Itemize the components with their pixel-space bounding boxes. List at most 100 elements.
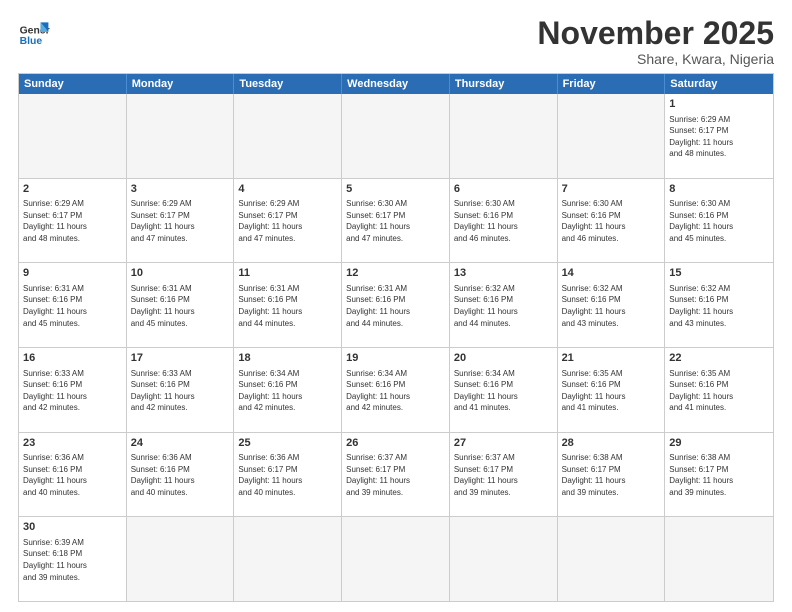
table-row: 24Sunrise: 6:36 AM Sunset: 6:16 PM Dayli… bbox=[127, 433, 235, 517]
day-number: 13 bbox=[454, 266, 553, 281]
calendar: Sunday Monday Tuesday Wednesday Thursday… bbox=[18, 73, 774, 602]
table-row: 28Sunrise: 6:38 AM Sunset: 6:17 PM Dayli… bbox=[558, 433, 666, 517]
header-sunday: Sunday bbox=[19, 74, 127, 94]
day-number: 18 bbox=[238, 351, 337, 366]
calendar-row: 1 Sunrise: 6:29 AM Sunset: 6:17 PM Daylig… bbox=[19, 94, 773, 178]
header-thursday: Thursday bbox=[450, 74, 558, 94]
header-tuesday: Tuesday bbox=[234, 74, 342, 94]
table-row bbox=[342, 517, 450, 601]
day-number: 21 bbox=[562, 351, 661, 366]
day-info: Sunrise: 6:31 AM Sunset: 6:16 PM Dayligh… bbox=[238, 283, 337, 329]
day-number: 9 bbox=[23, 266, 122, 281]
day-info: Sunrise: 6:30 AM Sunset: 6:17 PM Dayligh… bbox=[346, 198, 445, 244]
day-number: 10 bbox=[131, 266, 230, 281]
day-number: 12 bbox=[346, 266, 445, 281]
day-info: Sunrise: 6:32 AM Sunset: 6:16 PM Dayligh… bbox=[669, 283, 769, 329]
day-info: Sunrise: 6:37 AM Sunset: 6:17 PM Dayligh… bbox=[454, 452, 553, 498]
day-info: Sunrise: 6:37 AM Sunset: 6:17 PM Dayligh… bbox=[346, 452, 445, 498]
day-number: 3 bbox=[131, 182, 230, 197]
day-number: 29 bbox=[669, 436, 769, 451]
day-info: Sunrise: 6:31 AM Sunset: 6:16 PM Dayligh… bbox=[23, 283, 122, 329]
table-row: 30 Sunrise: 6:39 AM Sunset: 6:18 PM Dayli… bbox=[19, 517, 127, 601]
calendar-row: 23 Sunrise: 6:36 AM Sunset: 6:16 PM Dayli… bbox=[19, 432, 773, 517]
calendar-row: 9 Sunrise: 6:31 AM Sunset: 6:16 PM Daylig… bbox=[19, 262, 773, 347]
day-number: 28 bbox=[562, 436, 661, 451]
table-row: 25Sunrise: 6:36 AM Sunset: 6:17 PM Dayli… bbox=[234, 433, 342, 517]
table-row bbox=[558, 517, 666, 601]
table-row: 9 Sunrise: 6:31 AM Sunset: 6:16 PM Daylig… bbox=[19, 263, 127, 347]
table-row: 16 Sunrise: 6:33 AM Sunset: 6:16 PM Dayli… bbox=[19, 348, 127, 432]
day-number: 6 bbox=[454, 182, 553, 197]
title-block: November 2025 Share, Kwara, Nigeria bbox=[537, 16, 774, 67]
table-row: 8Sunrise: 6:30 AM Sunset: 6:16 PM Daylig… bbox=[665, 179, 773, 263]
day-info: Sunrise: 6:29 AM Sunset: 6:17 PM Dayligh… bbox=[23, 198, 122, 244]
page: General Blue November 2025 Share, Kwara,… bbox=[0, 0, 792, 612]
day-number: 26 bbox=[346, 436, 445, 451]
logo-icon: General Blue bbox=[18, 16, 50, 48]
day-number: 19 bbox=[346, 351, 445, 366]
table-row bbox=[127, 94, 235, 178]
table-row: 4Sunrise: 6:29 AM Sunset: 6:17 PM Daylig… bbox=[234, 179, 342, 263]
day-info: Sunrise: 6:34 AM Sunset: 6:16 PM Dayligh… bbox=[454, 368, 553, 414]
table-row: 1 Sunrise: 6:29 AM Sunset: 6:17 PM Daylig… bbox=[665, 94, 773, 178]
table-row: 22 Sunrise: 6:35 AM Sunset: 6:16 PM Dayli… bbox=[665, 348, 773, 432]
day-number: 7 bbox=[562, 182, 661, 197]
day-number: 30 bbox=[23, 520, 122, 535]
calendar-row: 16 Sunrise: 6:33 AM Sunset: 6:16 PM Dayli… bbox=[19, 347, 773, 432]
day-info: Sunrise: 6:30 AM Sunset: 6:16 PM Dayligh… bbox=[562, 198, 661, 244]
table-row: 7Sunrise: 6:30 AM Sunset: 6:16 PM Daylig… bbox=[558, 179, 666, 263]
table-row: 20 Sunrise: 6:34 AM Sunset: 6:16 PM Dayli… bbox=[450, 348, 558, 432]
day-number: 22 bbox=[669, 351, 769, 366]
table-row: 27Sunrise: 6:37 AM Sunset: 6:17 PM Dayli… bbox=[450, 433, 558, 517]
day-info: Sunrise: 6:36 AM Sunset: 6:17 PM Dayligh… bbox=[238, 452, 337, 498]
table-row: 6Sunrise: 6:30 AM Sunset: 6:16 PM Daylig… bbox=[450, 179, 558, 263]
day-info: Sunrise: 6:32 AM Sunset: 6:16 PM Dayligh… bbox=[454, 283, 553, 329]
day-info: Sunrise: 6:32 AM Sunset: 6:16 PM Dayligh… bbox=[562, 283, 661, 329]
calendar-row: 30 Sunrise: 6:39 AM Sunset: 6:18 PM Dayli… bbox=[19, 516, 773, 601]
table-row: 15Sunrise: 6:32 AM Sunset: 6:16 PM Dayli… bbox=[665, 263, 773, 347]
day-number: 17 bbox=[131, 351, 230, 366]
header-wednesday: Wednesday bbox=[342, 74, 450, 94]
table-row: 2Sunrise: 6:29 AM Sunset: 6:17 PM Daylig… bbox=[19, 179, 127, 263]
table-row: 26Sunrise: 6:37 AM Sunset: 6:17 PM Dayli… bbox=[342, 433, 450, 517]
day-info: Sunrise: 6:29 AM Sunset: 6:17 PM Dayligh… bbox=[669, 114, 769, 160]
table-row: 11Sunrise: 6:31 AM Sunset: 6:16 PM Dayli… bbox=[234, 263, 342, 347]
table-row: 19Sunrise: 6:34 AM Sunset: 6:16 PM Dayli… bbox=[342, 348, 450, 432]
table-row bbox=[450, 517, 558, 601]
day-info: Sunrise: 6:39 AM Sunset: 6:18 PM Dayligh… bbox=[23, 537, 122, 583]
day-number: 20 bbox=[454, 351, 553, 366]
table-row: 5Sunrise: 6:30 AM Sunset: 6:17 PM Daylig… bbox=[342, 179, 450, 263]
table-row: 17 Sunrise: 6:33 AM Sunset: 6:16 PM Dayli… bbox=[127, 348, 235, 432]
day-number: 16 bbox=[23, 351, 122, 366]
day-info: Sunrise: 6:34 AM Sunset: 6:16 PM Dayligh… bbox=[238, 368, 337, 414]
table-row: 18 Sunrise: 6:34 AM Sunset: 6:16 PM Dayli… bbox=[234, 348, 342, 432]
day-number: 14 bbox=[562, 266, 661, 281]
day-number: 25 bbox=[238, 436, 337, 451]
table-row bbox=[558, 94, 666, 178]
day-info: Sunrise: 6:29 AM Sunset: 6:17 PM Dayligh… bbox=[238, 198, 337, 244]
day-number: 8 bbox=[669, 182, 769, 197]
day-number: 27 bbox=[454, 436, 553, 451]
header: General Blue November 2025 Share, Kwara,… bbox=[18, 16, 774, 67]
table-row bbox=[127, 517, 235, 601]
table-row: 13 Sunrise: 6:32 AM Sunset: 6:16 PM Dayli… bbox=[450, 263, 558, 347]
day-info: Sunrise: 6:29 AM Sunset: 6:17 PM Dayligh… bbox=[131, 198, 230, 244]
day-number: 23 bbox=[23, 436, 122, 451]
day-info: Sunrise: 6:38 AM Sunset: 6:17 PM Dayligh… bbox=[669, 452, 769, 498]
table-row bbox=[450, 94, 558, 178]
day-info: Sunrise: 6:35 AM Sunset: 6:16 PM Dayligh… bbox=[669, 368, 769, 414]
day-number: 5 bbox=[346, 182, 445, 197]
day-info: Sunrise: 6:33 AM Sunset: 6:16 PM Dayligh… bbox=[23, 368, 122, 414]
day-number: 1 bbox=[669, 97, 769, 112]
day-info: Sunrise: 6:35 AM Sunset: 6:16 PM Dayligh… bbox=[562, 368, 661, 414]
table-row bbox=[19, 94, 127, 178]
day-info: Sunrise: 6:30 AM Sunset: 6:16 PM Dayligh… bbox=[669, 198, 769, 244]
logo: General Blue bbox=[18, 16, 50, 48]
table-row bbox=[342, 94, 450, 178]
day-info: Sunrise: 6:31 AM Sunset: 6:16 PM Dayligh… bbox=[131, 283, 230, 329]
day-info: Sunrise: 6:36 AM Sunset: 6:16 PM Dayligh… bbox=[131, 452, 230, 498]
day-number: 4 bbox=[238, 182, 337, 197]
table-row: 29Sunrise: 6:38 AM Sunset: 6:17 PM Dayli… bbox=[665, 433, 773, 517]
header-monday: Monday bbox=[127, 74, 235, 94]
day-info: Sunrise: 6:33 AM Sunset: 6:16 PM Dayligh… bbox=[131, 368, 230, 414]
